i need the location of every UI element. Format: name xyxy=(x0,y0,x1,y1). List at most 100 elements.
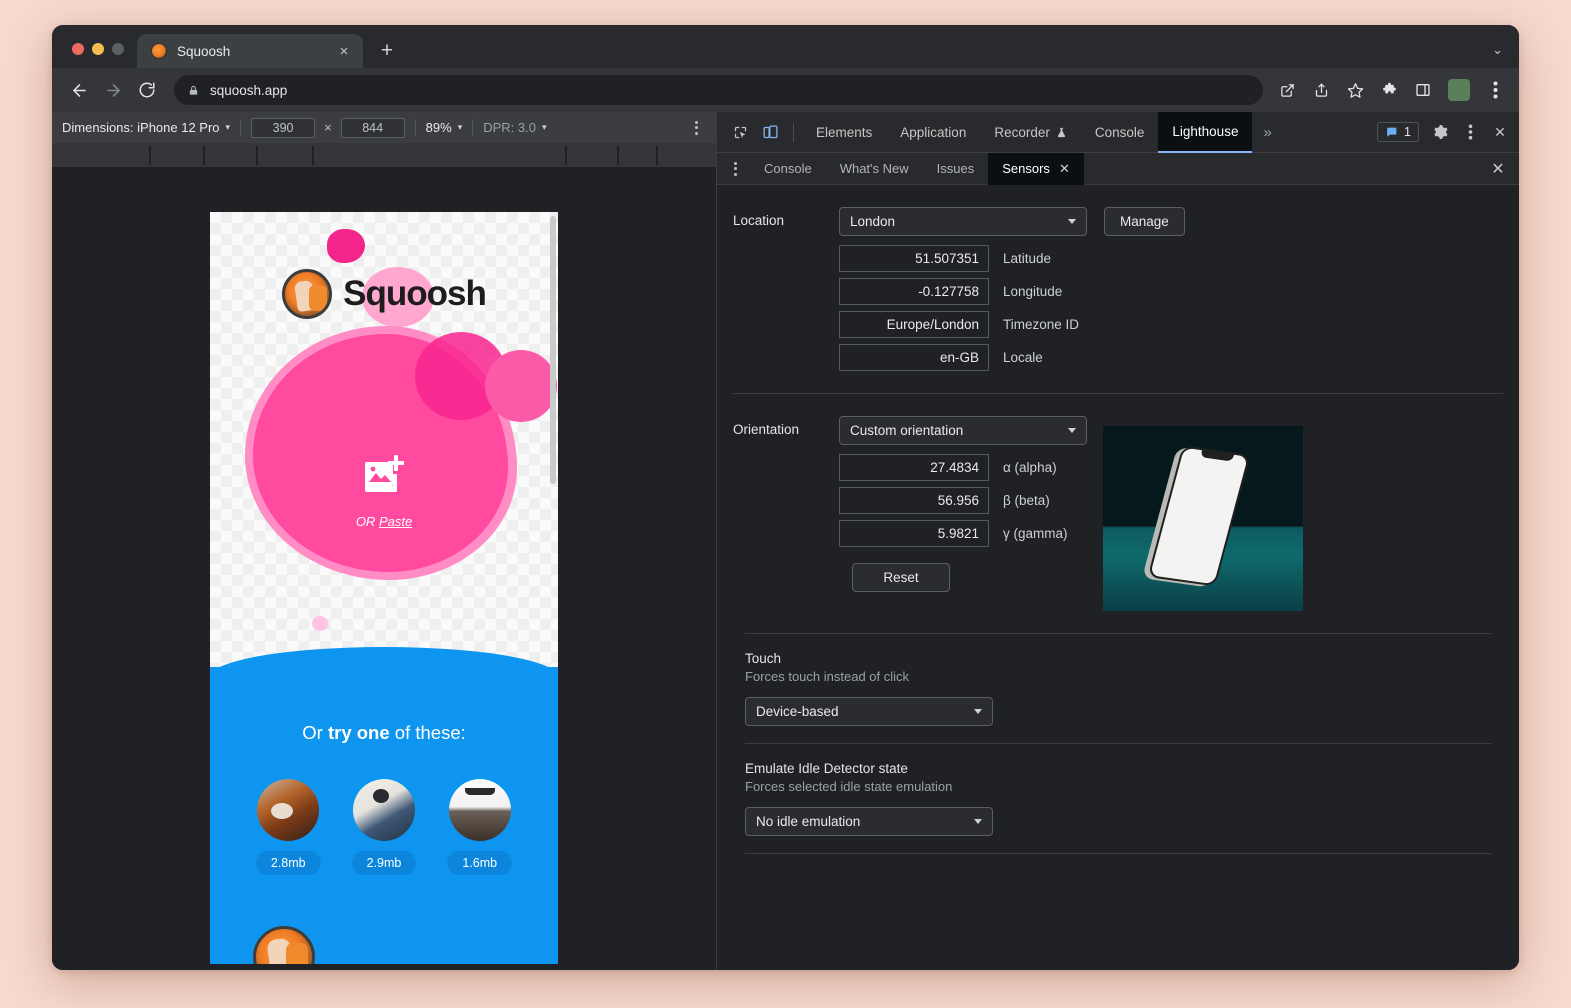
page-scrollbar[interactable] xyxy=(550,216,556,484)
touch-select-wrap: Device-based xyxy=(745,697,1491,726)
drawer-tab-whats-new[interactable]: What's New xyxy=(826,153,923,185)
tab-recorder[interactable]: Recorder xyxy=(980,112,1081,153)
dpr-selector[interactable]: DPR: 3.0 ▾ xyxy=(483,120,546,135)
device-orientation-preview[interactable] xyxy=(1103,426,1303,611)
locale-row: en-GB Locale xyxy=(839,344,1503,371)
locale-input[interactable]: en-GB xyxy=(839,344,989,371)
ruler-tick xyxy=(656,146,658,165)
forward-button[interactable] xyxy=(96,73,130,107)
three-dot-menu-icon[interactable] xyxy=(1479,74,1511,106)
try-one-heading: Or try one of these: xyxy=(210,722,558,744)
status-badge[interactable]: 1 xyxy=(1377,122,1419,142)
device-preset-selector[interactable]: Dimensions: iPhone 12 Pro ▾ xyxy=(62,120,230,135)
close-window-button[interactable] xyxy=(72,43,84,55)
longitude-input[interactable]: -0.127758 xyxy=(839,278,989,305)
device-viewport-area: Squoosh OR Paste xyxy=(52,168,716,970)
locale-label: Locale xyxy=(1003,350,1043,365)
sample-image-thumbnail[interactable] xyxy=(449,779,511,841)
location-preset-select[interactable]: London xyxy=(839,207,1087,236)
manage-locations-button[interactable]: Manage xyxy=(1104,207,1185,236)
paste-link[interactable]: Paste xyxy=(379,514,412,529)
drawer-tab-sensors[interactable]: Sensors ✕ xyxy=(988,153,1084,185)
tab-title: Squoosh xyxy=(177,44,334,59)
device-preset-label: Dimensions: iPhone 12 Pro xyxy=(62,120,220,135)
viewport-width-input[interactable]: 390 xyxy=(251,118,315,138)
add-image-icon[interactable] xyxy=(361,452,407,496)
devtools-drawer-tab-bar: Console What's New Issues Sensors ✕ ✕ xyxy=(717,153,1519,185)
ruler-tick xyxy=(256,146,258,165)
close-drawer-icon[interactable]: ✕ xyxy=(1483,155,1513,183)
tab-lighthouse[interactable]: Lighthouse xyxy=(1158,112,1252,153)
avatar[interactable] xyxy=(1448,79,1470,101)
viewport-resize-ruler[interactable] xyxy=(52,143,716,168)
side-panel-icon[interactable] xyxy=(1407,74,1439,106)
tab-elements[interactable]: Elements xyxy=(802,112,886,153)
gamma-input[interactable]: 5.9821 xyxy=(839,520,989,547)
share-icon[interactable] xyxy=(1305,74,1337,106)
maximize-window-button[interactable] xyxy=(112,43,124,55)
inspect-element-icon[interactable] xyxy=(725,118,755,146)
idle-subtitle: Forces selected idle state emulation xyxy=(745,779,1491,794)
chevron-down-icon: ▾ xyxy=(226,122,231,133)
drawer-tab-console[interactable]: Console xyxy=(750,153,826,185)
list-item[interactable]: 1.6mb xyxy=(447,779,512,875)
beta-label: β (beta) xyxy=(1003,493,1050,508)
tab-console[interactable]: Console xyxy=(1081,112,1159,153)
divider xyxy=(745,853,1491,854)
drawer-more-icon[interactable] xyxy=(721,162,750,176)
squoosh-logo: Squoosh xyxy=(210,269,558,319)
beta-input[interactable]: 56.956 xyxy=(839,487,989,514)
list-item[interactable]: 2.9mb xyxy=(352,779,417,875)
address-bar[interactable]: squoosh.app xyxy=(174,75,1263,105)
sample-image-thumbnail[interactable] xyxy=(257,779,319,841)
orientation-preset-select[interactable]: Custom orientation xyxy=(839,416,1087,445)
close-icon[interactable]: ✕ xyxy=(1059,161,1070,177)
timezone-label: Timezone ID xyxy=(1003,317,1079,332)
reset-orientation-button[interactable]: Reset xyxy=(852,563,950,592)
close-devtools-icon[interactable]: ✕ xyxy=(1485,118,1515,146)
device-viewport[interactable]: Squoosh OR Paste xyxy=(210,212,558,964)
chevron-down-icon xyxy=(974,819,982,824)
tab-application[interactable]: Application xyxy=(886,112,980,153)
tab-label: Sensors xyxy=(1002,161,1050,176)
timezone-row: Europe/London Timezone ID xyxy=(839,311,1503,338)
touch-title: Touch xyxy=(745,651,1491,666)
browser-tab[interactable]: Squoosh × xyxy=(137,34,363,68)
chevron-down-icon[interactable]: ⌄ xyxy=(1492,42,1519,68)
latitude-input[interactable]: 51.507351 xyxy=(839,245,989,272)
sample-image-thumbnail[interactable] xyxy=(353,779,415,841)
puzzle-icon[interactable] xyxy=(1373,74,1405,106)
location-title: Location xyxy=(733,207,839,371)
open-in-new-icon[interactable] xyxy=(1271,74,1303,106)
timezone-input[interactable]: Europe/London xyxy=(839,311,989,338)
device-emulation-pane: Dimensions: iPhone 12 Pro ▾ 390 × 844 89… xyxy=(52,112,717,970)
more-tabs-icon[interactable]: » xyxy=(1252,124,1282,141)
minimize-window-button[interactable] xyxy=(92,43,104,55)
list-item[interactable]: 2.8mb xyxy=(256,779,321,875)
chevron-down-icon xyxy=(1068,428,1076,433)
longitude-label: Longitude xyxy=(1003,284,1062,299)
ruler-tick xyxy=(149,146,151,165)
dimension-separator: × xyxy=(324,120,332,135)
alpha-input[interactable]: 27.4834 xyxy=(839,454,989,481)
gear-icon[interactable] xyxy=(1425,118,1455,146)
touch-select[interactable]: Device-based xyxy=(745,697,993,726)
divider xyxy=(793,123,794,142)
chevron-down-icon xyxy=(974,709,982,714)
touch-subtitle: Forces touch instead of click xyxy=(745,669,1491,684)
idle-select[interactable]: No idle emulation xyxy=(745,807,993,836)
viewport-height-input[interactable]: 844 xyxy=(341,118,405,138)
zoom-selector[interactable]: 89% ▾ xyxy=(426,120,463,135)
three-dot-menu-icon[interactable] xyxy=(1455,118,1485,146)
close-icon[interactable]: × xyxy=(334,41,354,61)
drawer-tab-issues[interactable]: Issues xyxy=(923,153,989,185)
device-toolbar-toggle-icon[interactable] xyxy=(755,118,785,146)
back-button[interactable] xyxy=(62,73,96,107)
device-toolbar-more-icon[interactable] xyxy=(687,121,706,135)
browser-content: Dimensions: iPhone 12 Pro ▾ 390 × 844 89… xyxy=(52,112,1519,970)
issues-count: 1 xyxy=(1404,125,1411,139)
reload-button[interactable] xyxy=(130,73,164,107)
star-icon[interactable] xyxy=(1339,74,1371,106)
new-tab-button[interactable]: + xyxy=(373,36,401,64)
sample-thumbnail-list: 2.8mb 2.9mb 1.6mb xyxy=(210,779,558,875)
